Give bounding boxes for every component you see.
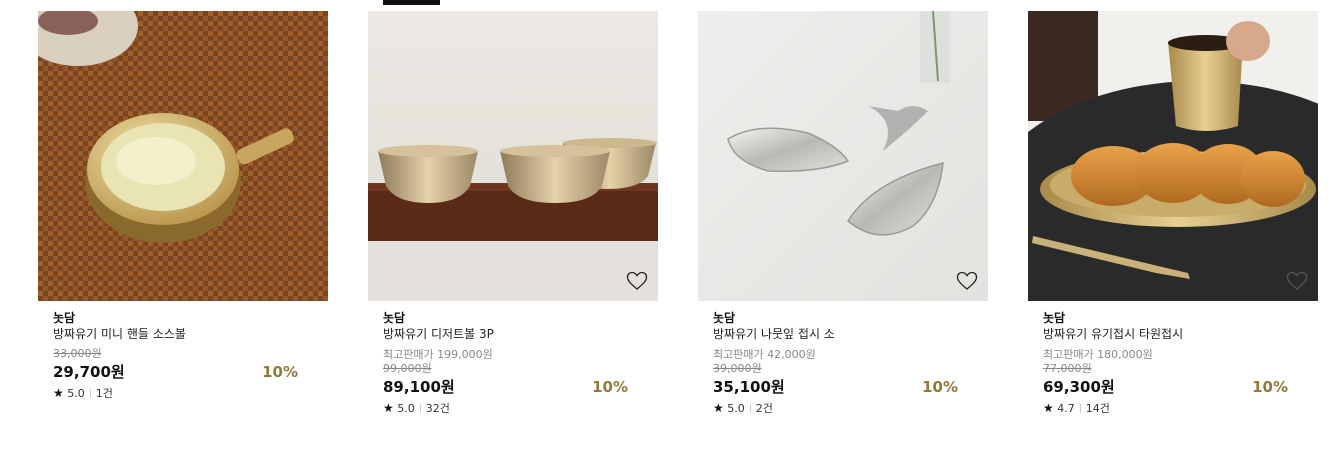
star-icon: ★ (1043, 401, 1054, 415)
product-image[interactable] (698, 11, 988, 301)
product-photo (38, 11, 328, 301)
discount-rate: 10% (922, 378, 958, 396)
wishlist-button[interactable] (626, 271, 648, 291)
wishlist-button[interactable] (1286, 271, 1308, 291)
divider (89, 389, 91, 398)
best-price: 최고판매가 180,000원 (1043, 348, 1153, 361)
product-photo (698, 11, 988, 301)
wishlist-button[interactable] (956, 271, 978, 291)
discount-rate: 10% (1252, 378, 1288, 396)
rating-value: 5.0 (67, 387, 85, 400)
divider (419, 404, 421, 413)
sale-price: 35,100원 (713, 378, 785, 396)
product-name[interactable]: 방짜유기 나뭇잎 접시 소 (713, 326, 973, 343)
rating-row: ★ 5.0 32건 (383, 400, 643, 417)
sale-price: 29,700원 (53, 363, 125, 381)
top-badge-fragment (383, 0, 440, 5)
product-card[interactable]: 놋담 방짜유기 디저트볼 3P 최고판매가 199,000원 99,000원 8… (368, 11, 658, 417)
product-brand: 놋담 (1043, 311, 1066, 325)
best-price: 최고판매가 199,000원 (383, 348, 493, 361)
rating-value: 5.0 (397, 402, 415, 415)
product-name[interactable]: 방짜유기 디저트볼 3P (383, 326, 643, 343)
discount-rate: 10% (592, 378, 628, 396)
rating-row: ★ 5.0 1건 (53, 385, 313, 402)
original-price: 77,000원 (1043, 362, 1092, 375)
rating-value: 5.0 (727, 402, 745, 415)
product-photo (1028, 11, 1318, 301)
product-photo (368, 11, 658, 301)
discount-rate: 10% (262, 363, 298, 381)
review-count: 14건 (1085, 402, 1110, 415)
original-price: 39,000원 (713, 362, 762, 375)
sale-price: 69,300원 (1043, 378, 1115, 396)
divider (749, 404, 751, 413)
heart-outline-icon (956, 271, 978, 290)
product-card[interactable]: 놋담 방짜유기 미니 핸들 소스볼 33,000원 29,700원 10% ★ … (38, 11, 328, 402)
rating-row: ★ 4.7 14건 (1043, 400, 1303, 417)
product-image[interactable] (368, 11, 658, 301)
original-price: 33,000원 (53, 347, 102, 360)
star-icon: ★ (53, 386, 64, 400)
star-icon: ★ (383, 401, 394, 415)
product-brand: 놋담 (713, 311, 736, 325)
divider (1079, 404, 1081, 413)
product-brand: 놋담 (53, 311, 76, 325)
product-name[interactable]: 방짜유기 유기접시 타원접시 (1043, 326, 1303, 343)
product-image[interactable] (38, 11, 328, 301)
product-image[interactable] (1028, 11, 1318, 301)
best-price: 최고판매가 42,000원 (713, 348, 816, 361)
sale-price: 89,100원 (383, 378, 455, 396)
review-count: 2건 (755, 402, 773, 415)
review-count: 32건 (425, 402, 450, 415)
heart-outline-icon (626, 271, 648, 290)
original-price: 99,000원 (383, 362, 432, 375)
product-name[interactable]: 방짜유기 미니 핸들 소스볼 (53, 326, 313, 343)
product-brand: 놋담 (383, 311, 406, 325)
rating-value: 4.7 (1057, 402, 1075, 415)
star-icon: ★ (713, 401, 724, 415)
product-card[interactable]: 놋담 방짜유기 유기접시 타원접시 최고판매가 180,000원 77,000원… (1028, 11, 1318, 417)
review-count: 1건 (95, 387, 113, 400)
heart-outline-icon (1286, 271, 1308, 290)
product-card[interactable]: 놋담 방짜유기 나뭇잎 접시 소 최고판매가 42,000원 39,000원 3… (698, 11, 988, 417)
rating-row: ★ 5.0 2건 (713, 400, 973, 417)
